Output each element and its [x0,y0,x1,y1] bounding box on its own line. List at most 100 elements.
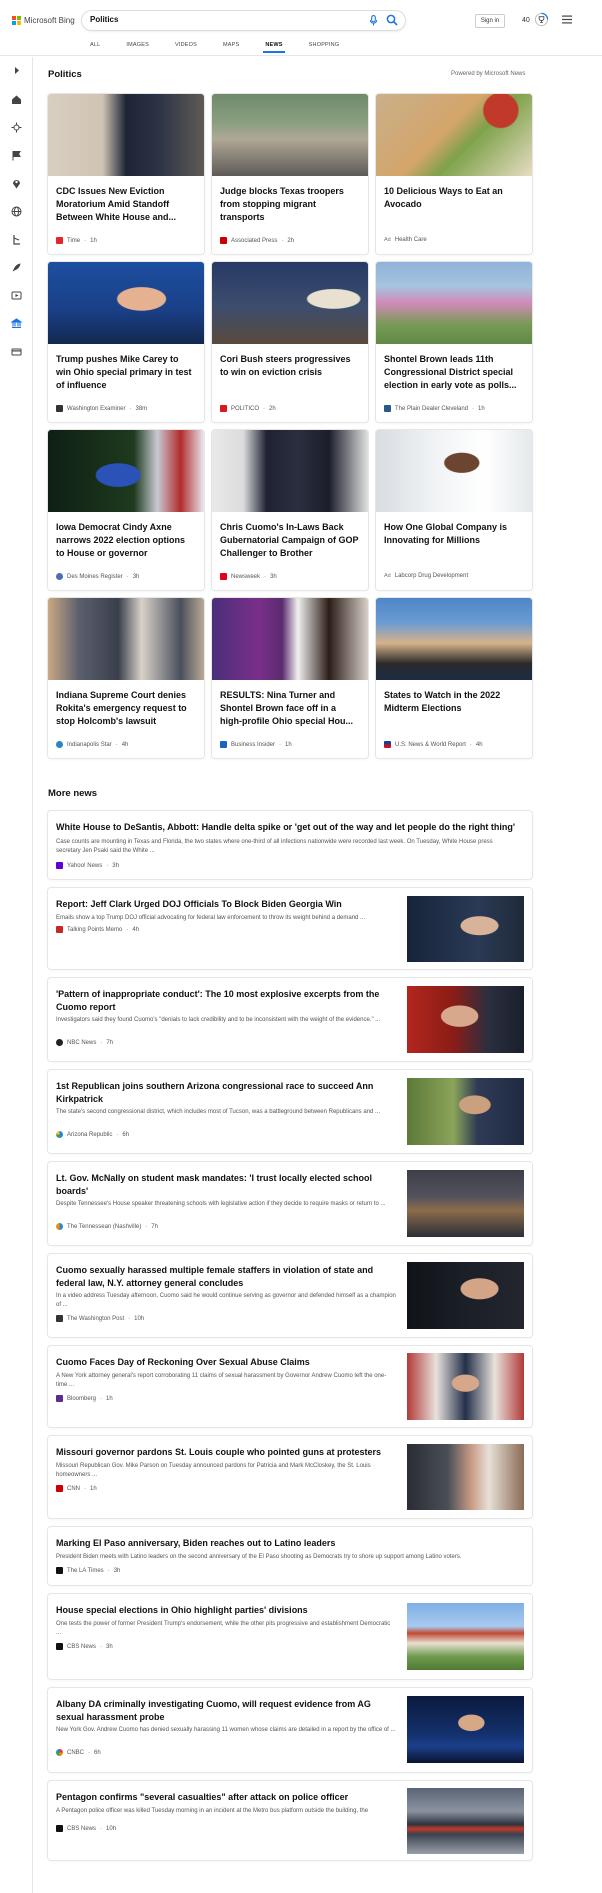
cnbc-logo-icon [56,1749,63,1756]
newsweek-logo-icon [220,573,227,580]
more-news-heading: More news [48,788,98,799]
item-title: White House to DeSantis, Abbott: Handle … [56,822,515,832]
card-title: Shontel Brown leads 11th Congressional D… [384,354,517,390]
ap-logo-icon [220,237,227,244]
item-snippet: Case counts are mounting in Texas and Fl… [56,839,493,854]
item-snippet: Emails show a top Trump DOJ official adv… [56,915,366,921]
item-title: 1st Republican joins southern Arizona co… [56,1081,374,1104]
microphone-icon[interactable] [369,15,378,26]
tab-images[interactable]: IMAGES [126,42,149,48]
politics-building-icon[interactable] [11,318,22,329]
item-snippet: Despite Tennessee's House speaker threat… [56,1201,386,1207]
page-title: Politics [48,69,82,80]
money-icon[interactable] [11,346,22,357]
covid-icon[interactable] [11,122,22,133]
list-item[interactable]: 1st Republican joins southern Arizona co… [48,1070,532,1153]
rocket-icon[interactable] [11,262,22,273]
list-item[interactable]: Missouri governor pardons St. Louis coup… [48,1436,532,1518]
item-snippet: A Pentagon police officer was killed Tue… [56,1808,369,1814]
item-snippet: New York Gov. Andrew Cuomo has denied se… [56,1727,396,1733]
news-card[interactable]: Shontel Brown leads 11th Congressional D… [376,262,532,422]
list-item[interactable]: Marking El Paso anniversary, Biden reach… [48,1527,532,1585]
search-icon[interactable] [386,14,398,26]
time-logo-icon [56,237,63,244]
logo-text: Microsoft Bing [24,16,75,25]
search-tabs: ALL IMAGES VIDEOS MAPS NEWS SHOPPING [90,42,365,53]
item-snippet: Investigators said they found Cuomo's "d… [56,1017,381,1023]
rewards-points[interactable]: 40 [522,17,530,24]
tennessean-logo-icon [56,1223,63,1230]
expand-chevron-icon[interactable] [11,65,22,76]
item-snippet: Missouri Republican Gov. Mike Parson on … [56,1463,371,1478]
item-title: Lt. Gov. McNally on student mask mandate… [56,1173,373,1196]
tab-news[interactable]: NEWS [263,42,286,53]
washington-examiner-logo-icon [56,405,63,412]
card-source: Time · 1h [56,237,97,244]
item-source: Arizona Republic · 6h [56,1131,129,1138]
list-item[interactable]: White House to DeSantis, Abbott: Handle … [48,811,532,879]
us-news-logo-icon [384,741,391,748]
bing-logo[interactable]: Microsoft Bing [12,16,75,25]
list-item[interactable]: Pentagon confirms "several casualties" a… [48,1781,532,1860]
news-card[interactable]: Iowa Democrat Cindy Axne narrows 2022 el… [48,430,204,590]
tab-videos[interactable]: VIDEOS [175,42,197,48]
powered-by-label[interactable]: Powered by Microsoft News [451,71,525,77]
card-image [376,598,532,680]
item-thumbnail [407,1262,524,1329]
rewards-trophy-icon[interactable] [534,12,549,27]
video-icon[interactable] [11,290,22,301]
card-image [48,94,204,176]
search-box[interactable]: Politics [82,11,405,30]
news-card[interactable]: Trump pushes Mike Carey to win Ohio spec… [48,262,204,422]
list-item[interactable]: Albany DA criminally investigating Cuomo… [48,1688,532,1772]
list-item[interactable]: Cuomo sexually harassed multiple female … [48,1254,532,1337]
cbs-logo-icon [56,1643,63,1650]
scales-icon[interactable] [11,234,22,245]
card-source: POLITICO · 2h [220,405,276,412]
home-icon[interactable] [11,94,22,105]
globe-icon[interactable] [11,206,22,217]
card-image [376,94,532,176]
location-pin-icon[interactable] [11,178,22,189]
item-thumbnail [407,1353,524,1420]
top-stories-grid: CDC Issues New Eviction Moratorium Amid … [48,94,532,758]
news-card[interactable]: Chris Cuomo's In-Laws Back Gubernatorial… [212,430,368,590]
item-source: Yahoo! News · 3h [56,862,119,869]
card-title: Cori Bush steers progressives to win on … [220,354,351,377]
indianapolis-star-logo-icon [56,741,63,748]
news-card[interactable]: RESULTS: Nina Turner and Shontel Brown f… [212,598,368,758]
list-item[interactable]: Lt. Gov. McNally on student mask mandate… [48,1162,532,1245]
microsoft-logo-icon [12,16,21,25]
news-card[interactable]: 10 Delicious Ways to Eat an Avocado Ad He… [376,94,532,254]
tab-all[interactable]: ALL [90,42,100,48]
list-item[interactable]: Report: Jeff Clark Urged DOJ Officials T… [48,888,532,969]
item-source: CBS News · 3h [56,1643,113,1650]
item-source: Bloomberg · 1h [56,1395,113,1402]
item-thumbnail [407,986,524,1053]
flag-icon[interactable] [11,150,22,161]
list-item[interactable]: 'Pattern of inappropriate conduct': The … [48,978,532,1061]
news-card[interactable]: States to Watch in the 2022 Midterm Elec… [376,598,532,758]
news-card[interactable]: CDC Issues New Eviction Moratorium Amid … [48,94,204,254]
washington-post-logo-icon [56,1315,63,1322]
item-title: House special elections in Ohio highligh… [56,1605,308,1615]
news-card[interactable]: Judge blocks Texas troopers from stoppin… [212,94,368,254]
news-card[interactable]: Indiana Supreme Court denies Rokita's em… [48,598,204,758]
sign-in-button[interactable]: Sign in [475,14,505,28]
card-title: CDC Issues New Eviction Moratorium Amid … [56,186,177,222]
item-source: The Washington Post · 10h [56,1315,144,1322]
card-image [212,598,368,680]
news-card[interactable]: Cori Bush steers progressives to win on … [212,262,368,422]
search-input[interactable]: Politics [90,15,118,24]
arizona-republic-logo-icon [56,1131,63,1138]
card-source: U.S. News & World Report · 4h [384,741,483,748]
tab-shopping[interactable]: SHOPPING [309,42,340,48]
hamburger-menu-icon[interactable] [562,15,572,24]
news-card[interactable]: How One Global Company is Innovating for… [376,430,532,590]
list-item[interactable]: House special elections in Ohio highligh… [48,1594,532,1679]
cbs-logo-icon [56,1825,63,1832]
tab-maps[interactable]: MAPS [223,42,239,48]
item-source: NBC News · 7h [56,1039,113,1046]
card-title: 10 Delicious Ways to Eat an Avocado [384,186,503,209]
list-item[interactable]: Cuomo Faces Day of Reckoning Over Sexual… [48,1346,532,1427]
